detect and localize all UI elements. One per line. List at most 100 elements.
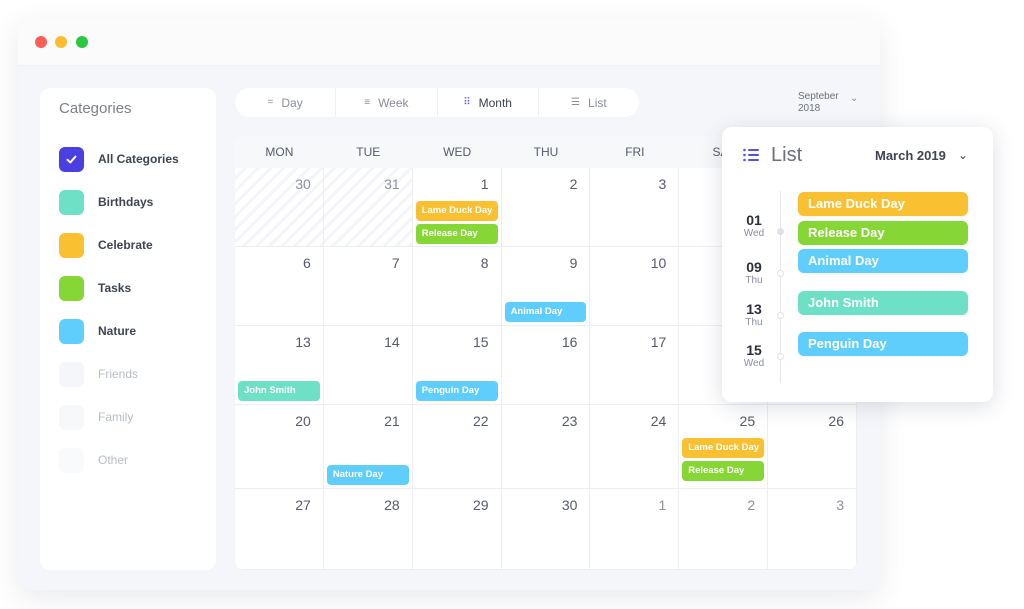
view-label: Day xyxy=(281,95,303,110)
list-date-weekday: Wed xyxy=(743,358,765,369)
list-event[interactable]: Lame Duck Day xyxy=(798,192,968,216)
day-cell[interactable]: 16 xyxy=(501,326,591,405)
category-color-swatch[interactable] xyxy=(59,318,84,344)
view-label: List xyxy=(588,95,607,110)
day-number: 6 xyxy=(303,255,311,271)
chevron-down-icon[interactable]: ⌄ xyxy=(958,148,968,162)
list-event[interactable]: John Smith xyxy=(798,291,968,315)
minimize-window-button[interactable] xyxy=(55,36,67,48)
calendar-event[interactable]: Lame Duck Day xyxy=(415,201,498,221)
view-switcher: = Day ≡ Week ⠿ Month ☰ List xyxy=(235,88,639,117)
day-cell[interactable]: 22 xyxy=(412,405,502,489)
day-number: 25 xyxy=(739,413,756,429)
category-color-swatch[interactable] xyxy=(59,189,84,215)
day-cell[interactable]: 31 xyxy=(323,168,413,247)
calendar-event[interactable]: Penguin Day xyxy=(415,381,498,401)
category-friends[interactable]: Friends xyxy=(59,361,138,387)
day-number: 10 xyxy=(650,255,667,271)
day-cell[interactable]: 3 xyxy=(590,168,680,247)
month-select-year: 2018 xyxy=(798,103,821,114)
day-cell[interactable]: 2 xyxy=(501,168,591,247)
list-panel-title: List xyxy=(771,144,803,166)
category-label: Nature xyxy=(98,324,137,338)
category-color-swatch[interactable] xyxy=(59,232,84,258)
calendar-event[interactable]: Nature Day xyxy=(326,465,409,485)
day-cell[interactable]: 14 xyxy=(323,326,413,405)
calendar-event[interactable]: Lame Duck Day xyxy=(682,438,765,458)
view-label: Month xyxy=(478,95,512,110)
day-number: 9 xyxy=(569,255,578,271)
day-cell[interactable]: 17 xyxy=(590,326,680,405)
month-select-dropdown[interactable]: Septeber 2018 ⌄ xyxy=(798,91,858,115)
day-number: 14 xyxy=(384,334,400,350)
day-cell[interactable]: 1 Lame Duck Day Release Day xyxy=(412,168,502,247)
day-cell[interactable]: 20 xyxy=(235,405,324,489)
day-cell[interactable]: 6 xyxy=(235,247,324,326)
category-label: Celebrate xyxy=(98,238,153,252)
category-tasks[interactable]: Tasks xyxy=(59,275,131,301)
calendar-event[interactable]: John Smith xyxy=(238,381,320,401)
day-cell[interactable]: 25 Lame Duck Day Release Day xyxy=(679,405,769,489)
day-cell[interactable]: 24 xyxy=(590,405,680,489)
calendar-event[interactable]: Animal Day xyxy=(504,302,587,322)
day-cell[interactable]: 29 xyxy=(412,489,502,570)
day-number: 20 xyxy=(295,413,311,429)
day-cell[interactable]: 30 xyxy=(501,489,591,570)
calendar-event[interactable]: Release Day xyxy=(682,461,765,481)
timeline-dot xyxy=(777,312,784,319)
day-number: 3 xyxy=(658,176,667,192)
day-cell[interactable]: 28 xyxy=(323,489,413,570)
day-number: 22 xyxy=(472,413,489,429)
list-date-day: 15 xyxy=(746,342,762,358)
day-number: 3 xyxy=(836,497,844,513)
category-birthdays[interactable]: Birthdays xyxy=(59,189,153,215)
day-cell[interactable]: 27 xyxy=(235,489,324,570)
view-week-button[interactable]: ≡ Week xyxy=(336,88,438,117)
day-cell[interactable]: 9 Animal Day xyxy=(501,247,591,326)
day-cell[interactable]: 30 xyxy=(235,168,324,247)
view-month-button[interactable]: ⠿ Month xyxy=(438,88,539,117)
day-cell[interactable]: 10 xyxy=(590,247,680,326)
list-date: 13 Thu xyxy=(739,302,769,329)
day-cell[interactable]: 13 John Smith xyxy=(235,326,324,405)
check-icon xyxy=(66,155,77,163)
day-cell[interactable]: 15 Penguin Day xyxy=(412,326,502,405)
day-cell[interactable]: 7 xyxy=(323,247,413,326)
list-month-select[interactable]: March 2019 xyxy=(875,148,946,163)
calendar-event[interactable]: Release Day xyxy=(415,224,498,244)
day-cell[interactable]: 23 xyxy=(501,405,591,489)
day-cell[interactable]: 1 xyxy=(590,489,680,570)
maximize-window-button[interactable] xyxy=(76,36,88,48)
list-date-day: 01 xyxy=(746,212,762,228)
view-list-button[interactable]: ☰ List xyxy=(539,88,639,117)
list-event[interactable]: Release Day xyxy=(798,221,968,245)
category-family[interactable]: Family xyxy=(59,404,133,430)
weekday-tue: TUE xyxy=(356,145,381,159)
day-number: 28 xyxy=(384,497,400,513)
category-color-swatch[interactable] xyxy=(59,275,84,301)
list-event[interactable]: Penguin Day xyxy=(798,332,968,356)
view-label: Week xyxy=(378,95,409,110)
checkbox-checked[interactable] xyxy=(59,146,84,172)
weekday-mon: MON xyxy=(265,145,294,159)
day-cell[interactable]: 3 xyxy=(768,489,857,570)
day-cell[interactable]: 26 xyxy=(768,405,857,489)
category-other[interactable]: Other xyxy=(59,447,128,473)
day-cell[interactable]: 21 Nature Day xyxy=(323,405,413,489)
category-all-categories[interactable]: All Categories xyxy=(59,146,179,172)
category-label: Family xyxy=(98,410,134,424)
list-icon xyxy=(743,148,759,162)
category-color-swatch[interactable] xyxy=(59,404,84,430)
category-nature[interactable]: Nature xyxy=(59,318,136,344)
day-cell[interactable]: 8 xyxy=(412,247,502,326)
category-color-swatch[interactable] xyxy=(59,361,84,387)
close-window-button[interactable] xyxy=(35,36,47,48)
category-celebrate[interactable]: Celebrate xyxy=(59,232,153,258)
sidebar-title: Categories xyxy=(59,100,132,117)
month-grid-icon: ⠿ xyxy=(463,97,471,108)
category-color-swatch[interactable] xyxy=(59,447,84,473)
view-day-button[interactable]: = Day xyxy=(235,88,337,117)
day-cell[interactable]: 2 xyxy=(679,489,769,570)
list-event[interactable]: Animal Day xyxy=(798,249,968,273)
category-label: Tasks xyxy=(98,281,132,295)
